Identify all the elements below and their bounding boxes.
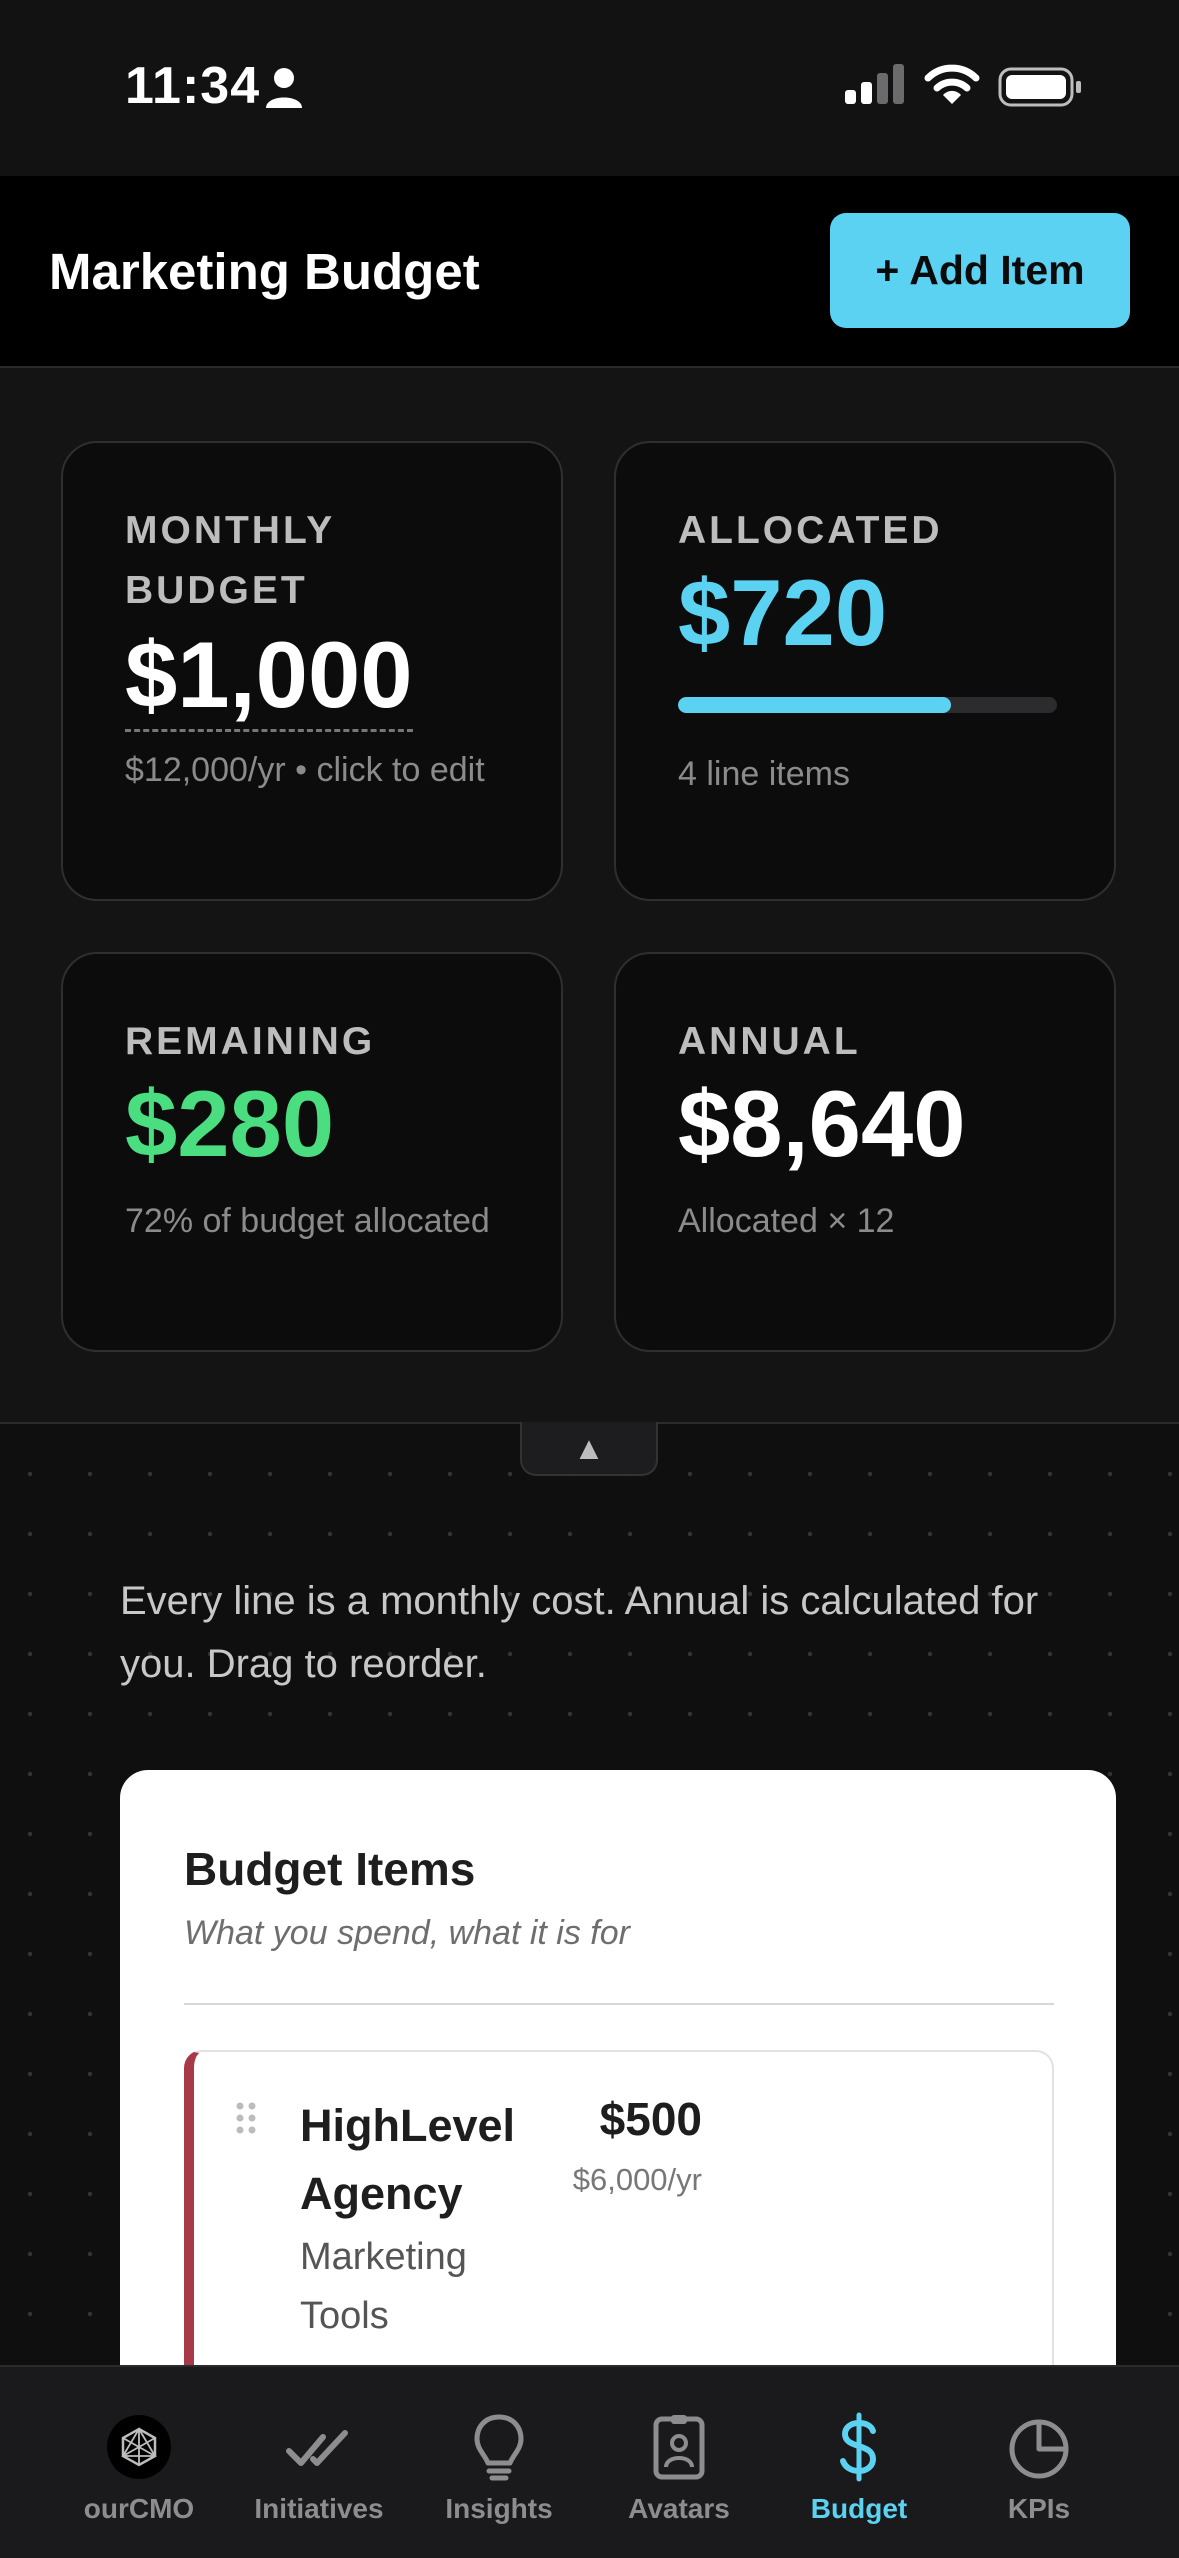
collapse-summary-toggle[interactable]: ▲ bbox=[520, 1422, 658, 1476]
ourcmo-logo-icon bbox=[107, 2415, 171, 2479]
allocated-sub: 4 line items bbox=[678, 755, 850, 793]
tab-kpis[interactable]: KPIs bbox=[949, 2367, 1129, 2558]
remaining-label: REMAINING bbox=[125, 1020, 376, 1063]
tab-label: Insights bbox=[445, 2493, 553, 2524]
allocated-progress-fill bbox=[678, 697, 951, 713]
add-item-button[interactable]: + Add Item bbox=[830, 213, 1130, 328]
wifi-icon bbox=[924, 64, 980, 104]
budget-items-panel: Budget Items What you spend, what it is … bbox=[120, 1770, 1116, 2450]
budget-summary: MONTHLY BUDGET $1,000 $12,000/yr • click… bbox=[0, 368, 1179, 1424]
tab-label: KPIs bbox=[1007, 2493, 1071, 2524]
status-bar: 11:34 bbox=[0, 0, 1179, 176]
divider bbox=[184, 2003, 1054, 2005]
pie-chart-icon bbox=[1009, 2419, 1069, 2479]
annual-label: ANNUAL bbox=[678, 1020, 861, 1063]
monthly-budget-amount[interactable]: $1,000 bbox=[125, 622, 413, 732]
hint-text: Every line is a monthly cost. Annual is … bbox=[120, 1579, 1039, 1686]
drag-handle-icon[interactable] bbox=[234, 2100, 258, 2136]
budget-items-subtitle: What you spend, what it is for bbox=[184, 1914, 630, 1952]
budget-item-amount[interactable]: $500 bbox=[572, 2092, 702, 2146]
tab-label: ourCMO bbox=[83, 2493, 195, 2524]
tab-insights[interactable]: Insights bbox=[409, 2367, 589, 2558]
tab-ourcmo[interactable]: ourCMO bbox=[49, 2367, 229, 2558]
monthly-budget-label: MONTHLY BUDGET bbox=[125, 509, 335, 612]
monthly-budget-sub: $12,000/yr • click to edit bbox=[125, 751, 485, 789]
budget-item-category: Marketing Tools bbox=[300, 2236, 467, 2337]
budget-item-annual: $6,000/yr bbox=[572, 2162, 702, 2197]
page-title: Marketing Budget bbox=[49, 243, 480, 300]
double-check-icon bbox=[286, 2430, 348, 2466]
id-badge-icon bbox=[653, 2415, 705, 2480]
tab-initiatives[interactable]: Initiatives bbox=[229, 2367, 409, 2558]
allocated-progress-bar bbox=[678, 697, 1057, 713]
allocated-label: ALLOCATED bbox=[678, 509, 943, 552]
status-time: 11:34 bbox=[125, 57, 261, 115]
tab-label: Avatars bbox=[628, 2493, 730, 2524]
remaining-sub: 72% of budget allocated bbox=[125, 1202, 490, 1240]
bottom-tab-bar: ourCMO Initiatives Insights Avatars Budg… bbox=[0, 2365, 1179, 2558]
remaining-value: $280 bbox=[125, 1071, 335, 1176]
annual-value: $8,640 bbox=[678, 1071, 966, 1176]
monthly-budget-value[interactable]: $1,000 bbox=[125, 622, 413, 732]
lightbulb-icon bbox=[474, 2414, 524, 2481]
app-header: Marketing Budget + Add Item bbox=[0, 176, 1179, 368]
monthly-budget-card[interactable]: MONTHLY BUDGET $1,000 $12,000/yr • click… bbox=[61, 441, 563, 901]
budget-item-name[interactable]: HighLevel Agency bbox=[300, 2092, 530, 2228]
person-icon bbox=[266, 68, 302, 108]
annual-sub: Allocated × 12 bbox=[678, 1202, 895, 1240]
tab-avatars[interactable]: Avatars bbox=[589, 2367, 769, 2558]
allocated-card: ALLOCATED $720 4 line items bbox=[614, 441, 1116, 901]
remaining-card: REMAINING $280 72% of budget allocated bbox=[61, 952, 563, 1352]
annual-card: ANNUAL $8,640 Allocated × 12 bbox=[614, 952, 1116, 1352]
allocated-value: $720 bbox=[678, 560, 888, 665]
tab-label: Initiatives bbox=[254, 2493, 384, 2524]
tab-budget[interactable]: Budget bbox=[769, 2367, 949, 2558]
tab-label: Budget bbox=[810, 2493, 908, 2524]
dollar-icon bbox=[840, 2412, 877, 2482]
budget-items-title: Budget Items bbox=[184, 1843, 476, 1895]
cellular-signal-icon bbox=[845, 64, 904, 104]
battery-icon bbox=[998, 67, 1081, 107]
